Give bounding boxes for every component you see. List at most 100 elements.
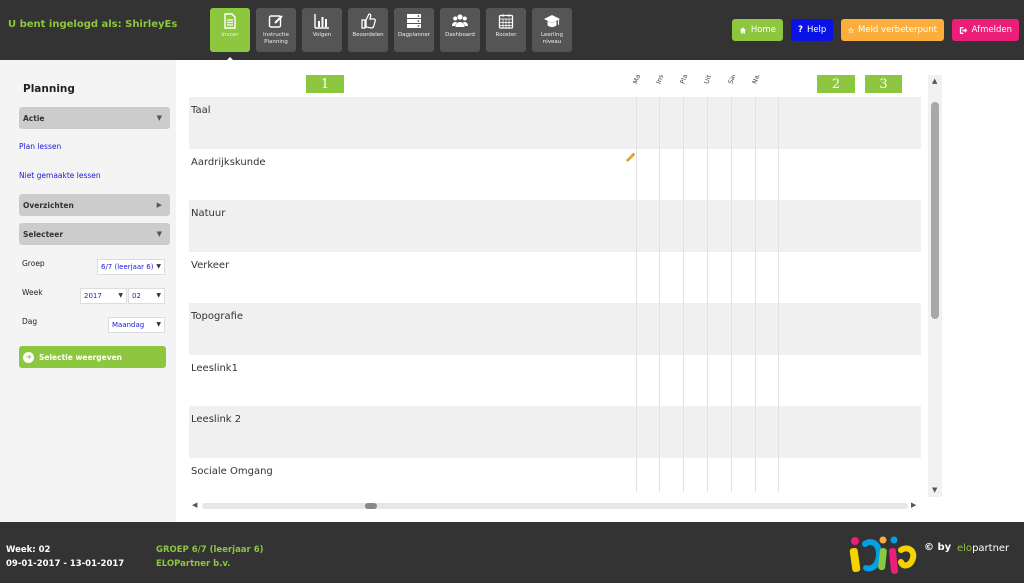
nav-volgen-button[interactable]: Volgen (302, 8, 342, 52)
nav-instructie-planning-button[interactable]: Instructie Planning (256, 8, 296, 52)
dag-value: Maandag (112, 321, 145, 329)
home-button[interactable]: Home (732, 19, 783, 41)
selectie-weergeven-button[interactable]: ➜ Selectie weergeven (19, 346, 166, 368)
horizontal-scroll-track[interactable] (202, 503, 908, 509)
footer-by: © by (924, 542, 952, 553)
overzichten-dropdown[interactable]: Overzichten ▶ (19, 194, 170, 216)
help-button[interactable]: ? Help (791, 19, 833, 41)
grid-row[interactable]: Leeslink 2 (189, 406, 921, 458)
scroll-down-icon[interactable]: ▼ (932, 486, 937, 494)
elo-suffix: partner (972, 543, 1010, 554)
row-label: Leeslink1 (191, 362, 238, 374)
main-nav: Invoer Instructie Planning Volgen Beoord… (210, 8, 572, 61)
home-icon (739, 26, 747, 34)
actie-dropdown[interactable]: Actie ▼ (19, 107, 170, 129)
row-label: Verkeer (191, 259, 230, 271)
nav-instructie-planning-label: Instructie Planning (263, 32, 289, 45)
home-label: Home (750, 25, 776, 35)
caret-down-icon: ▼ (156, 230, 162, 238)
groep-value: 6/7 (leerjaar 6) (101, 263, 154, 271)
overzichten-label: Overzichten (23, 200, 74, 210)
nav-dagplanner-button[interactable]: Dagplanner (394, 8, 434, 52)
dag-select[interactable]: Maandag ▼ (108, 317, 165, 333)
grid-row[interactable]: Sociale Omgang (189, 457, 921, 492)
planning-grid: Taal Aardrijkskunde Natuur Verkeer Topog… (189, 75, 921, 492)
sign-out-icon (959, 26, 968, 34)
help-label: Help (806, 25, 827, 35)
meld-verbeterpunt-button[interactable]: Meld verbeterpunt (841, 19, 944, 41)
grid-header: 1 2 3 Mate Instr. Plan. Uitv. Sam. Naki. (189, 75, 921, 97)
scroll-right-icon[interactable]: ▶ (911, 501, 916, 509)
column-header-samen: Sam. (726, 75, 740, 85)
nav-rooster-button[interactable]: Rooster (486, 8, 526, 52)
horizontal-scroll-thumb[interactable] (365, 503, 377, 509)
group-number-3: 3 (865, 75, 902, 93)
edit-icon (268, 15, 283, 28)
caret-down-icon: ▼ (156, 292, 161, 299)
arrow-circle-right-icon: ➜ (23, 351, 34, 363)
column-header-mate: Mate (631, 75, 645, 85)
meld-label: Meld verbeterpunt (858, 25, 937, 35)
nav-beoordelen-label: Beoordelen (352, 32, 384, 38)
grid-row[interactable]: Taal (189, 97, 921, 149)
top-bar: U bent ingelogd als: ShirleyEs Invoer In… (0, 0, 1024, 61)
column-divider (778, 97, 779, 492)
caret-down-icon: ▼ (118, 292, 123, 299)
nav-dashboard-label: Dashboard (445, 32, 475, 38)
nav-dagplanner-label: Dagplanner (397, 32, 431, 38)
week-number-select[interactable]: 02 ▼ (128, 288, 165, 304)
nav-invoer-label: Invoer (221, 32, 239, 38)
nav-rooster-label: Rooster (495, 32, 517, 38)
column-divider (636, 97, 637, 492)
plan-lessen-link[interactable]: Plan lessen (19, 142, 61, 151)
selecteer-label: Selecteer (23, 229, 64, 239)
footer: Week: 02 09-01-2017 - 13-01-2017 GROEP 6… (0, 522, 1024, 583)
column-divider (659, 97, 660, 492)
column-header-instructie: Instr. (654, 75, 668, 85)
grid-row[interactable]: Leeslink1 (189, 354, 921, 406)
elo-prefix: elo (957, 543, 973, 554)
nav-volgen-label: Volgen (312, 32, 332, 38)
niet-gemaakte-lessen-link[interactable]: Niet gemaakte lessen (19, 171, 101, 180)
grid-row[interactable]: Verkeer (189, 251, 921, 303)
column-divider (707, 97, 708, 492)
nav-invoer-button[interactable]: Invoer (210, 8, 250, 61)
sidebar: Planning Actie ▼ Plan lessen Niet gemaak… (0, 60, 176, 522)
grid-row[interactable]: Aardrijkskunde (189, 148, 921, 200)
column-header-uitvoering: Uitv. (702, 75, 715, 85)
row-label: Topografie (191, 311, 244, 322)
grid-row[interactable]: Natuur (189, 200, 921, 252)
afmelden-button[interactable]: Afmelden (952, 19, 1019, 41)
grid-row[interactable]: Topografie (189, 303, 921, 355)
row-label: Aardrijkskunde (191, 156, 266, 168)
server-icon (407, 14, 421, 28)
row-label: Natuur (191, 208, 226, 219)
scroll-up-icon[interactable]: ▲ (932, 77, 937, 85)
selecteer-dropdown[interactable]: Selecteer ▼ (19, 223, 170, 245)
pencil-icon[interactable] (625, 151, 636, 162)
scroll-left-icon[interactable]: ◀ (192, 501, 197, 509)
nav-leerling-niveau-button[interactable]: Leerling niveau (532, 8, 572, 52)
bar-chart-icon (314, 14, 329, 29)
groep-select[interactable]: 6/7 (leerjaar 6) ▼ (97, 259, 165, 275)
actie-label: Actie (23, 113, 45, 123)
nav-dashboard-button[interactable]: Dashboard (440, 8, 480, 52)
footer-week: Week: 02 (6, 545, 51, 555)
row-label: Leeslink 2 (191, 414, 242, 425)
group-number-2: 2 (817, 75, 855, 93)
horizontal-scrollbar[interactable]: ◀ ▶ (189, 499, 921, 513)
question-icon: ? (798, 25, 803, 35)
vertical-scroll-thumb[interactable] (931, 102, 939, 319)
selectie-weergeven-label: Selectie weergeven (39, 352, 123, 362)
afmelden-label: Afmelden (971, 25, 1012, 35)
caret-down-icon: ▼ (156, 321, 161, 328)
column-header-planning: Plan. (678, 75, 692, 85)
week-year-select[interactable]: 2017 ▼ (80, 288, 127, 304)
star-icon (848, 26, 855, 33)
sidebar-title: Planning (23, 83, 75, 95)
row-label: Taal (191, 105, 211, 116)
vertical-scrollbar[interactable]: ▲ ▼ (928, 75, 942, 497)
column-divider (755, 97, 756, 492)
caret-down-icon: ▼ (156, 114, 162, 122)
nav-beoordelen-button[interactable]: Beoordelen (348, 8, 388, 52)
